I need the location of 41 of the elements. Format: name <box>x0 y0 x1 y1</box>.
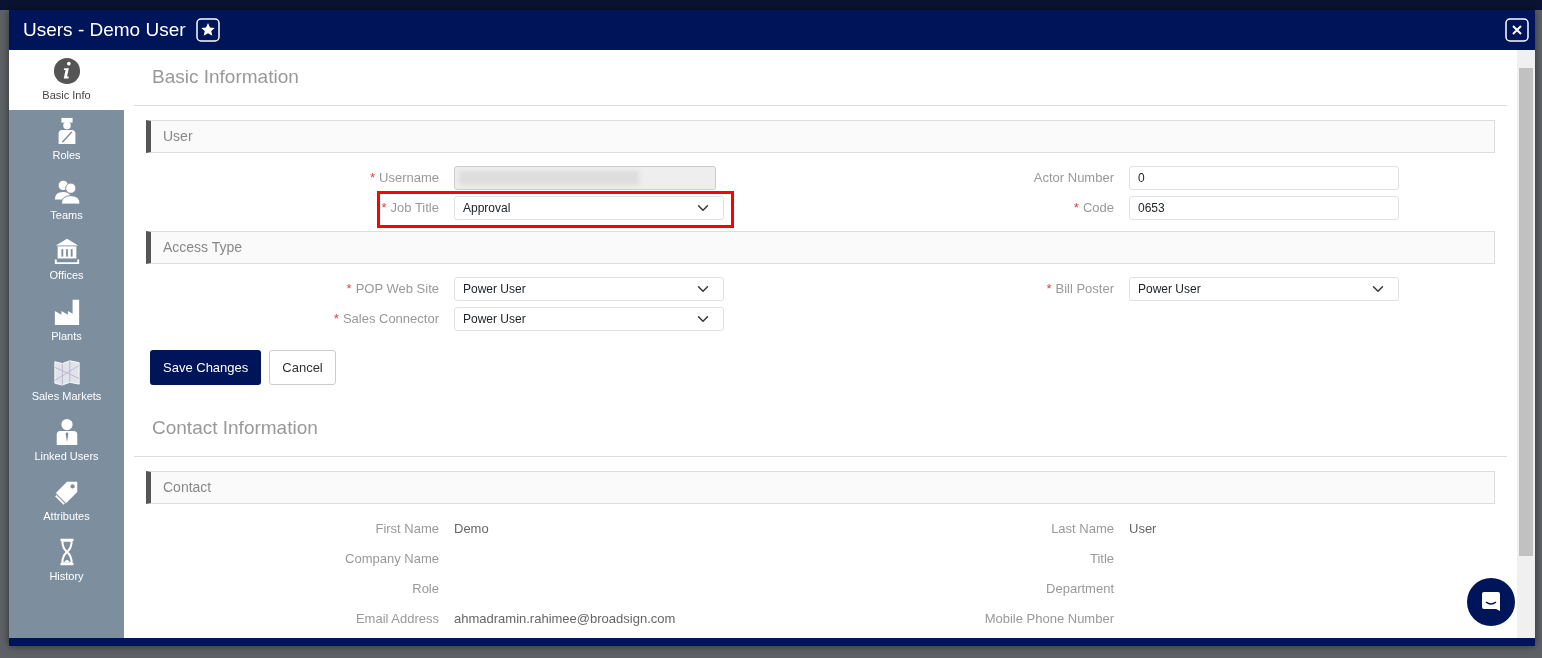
select-field[interactable]: Power User <box>454 306 724 331</box>
map-icon <box>52 357 81 386</box>
field-label: Last Name <box>1050 519 1115 538</box>
field-label: * Sales Connector <box>332 309 440 328</box>
section-heading: Basic Information <box>134 50 1507 106</box>
building-icon <box>52 237 81 266</box>
field-label: * Job Title <box>380 198 440 217</box>
save-button[interactable]: Save Changes <box>150 349 262 385</box>
field-label: * Username <box>368 168 440 187</box>
field-label: * Bill Poster <box>1045 279 1115 298</box>
chat-icon <box>1479 590 1503 614</box>
select-field[interactable]: Approval <box>454 195 724 220</box>
group-header: Access Type <box>146 230 1495 264</box>
input-field[interactable]: 0653 <box>1129 195 1399 220</box>
field-value: ahmadramin.rahimee@broadsign.com <box>454 609 676 628</box>
close-button[interactable] <box>1505 18 1529 42</box>
field-label: * POP Web Site <box>345 279 440 298</box>
field-value: Demo <box>454 519 489 538</box>
sidebar-item[interactable]: Basic Info <box>9 50 124 111</box>
window-title: Users - Demo User <box>23 17 186 42</box>
cancel-button[interactable]: Cancel <box>269 349 336 385</box>
group-header: Contact <box>146 470 1495 504</box>
scrollbar-thumb[interactable] <box>1519 68 1533 556</box>
factory-icon <box>52 297 81 326</box>
field-label: Actor Number <box>1032 168 1115 187</box>
select-field[interactable]: Power User <box>454 276 724 301</box>
field-label: Email Address <box>354 609 440 628</box>
input-field[interactable]: 0 <box>1129 165 1399 190</box>
section-heading: Contact Information <box>134 401 1507 457</box>
field-label: Role <box>411 579 440 598</box>
group-header: User <box>146 119 1495 153</box>
field-label: First Name <box>374 519 440 538</box>
field-label: * Code <box>1072 198 1115 217</box>
info-icon <box>52 56 81 85</box>
field-value: User <box>1129 519 1157 538</box>
field-label: Title <box>1088 549 1115 568</box>
field-label: Company Name <box>344 549 440 568</box>
field-label: Department <box>1045 579 1115 598</box>
select-field[interactable]: Power User <box>1129 276 1399 301</box>
field-label: Mobile Phone Number <box>983 609 1115 628</box>
scrollbar[interactable] <box>1517 50 1535 638</box>
